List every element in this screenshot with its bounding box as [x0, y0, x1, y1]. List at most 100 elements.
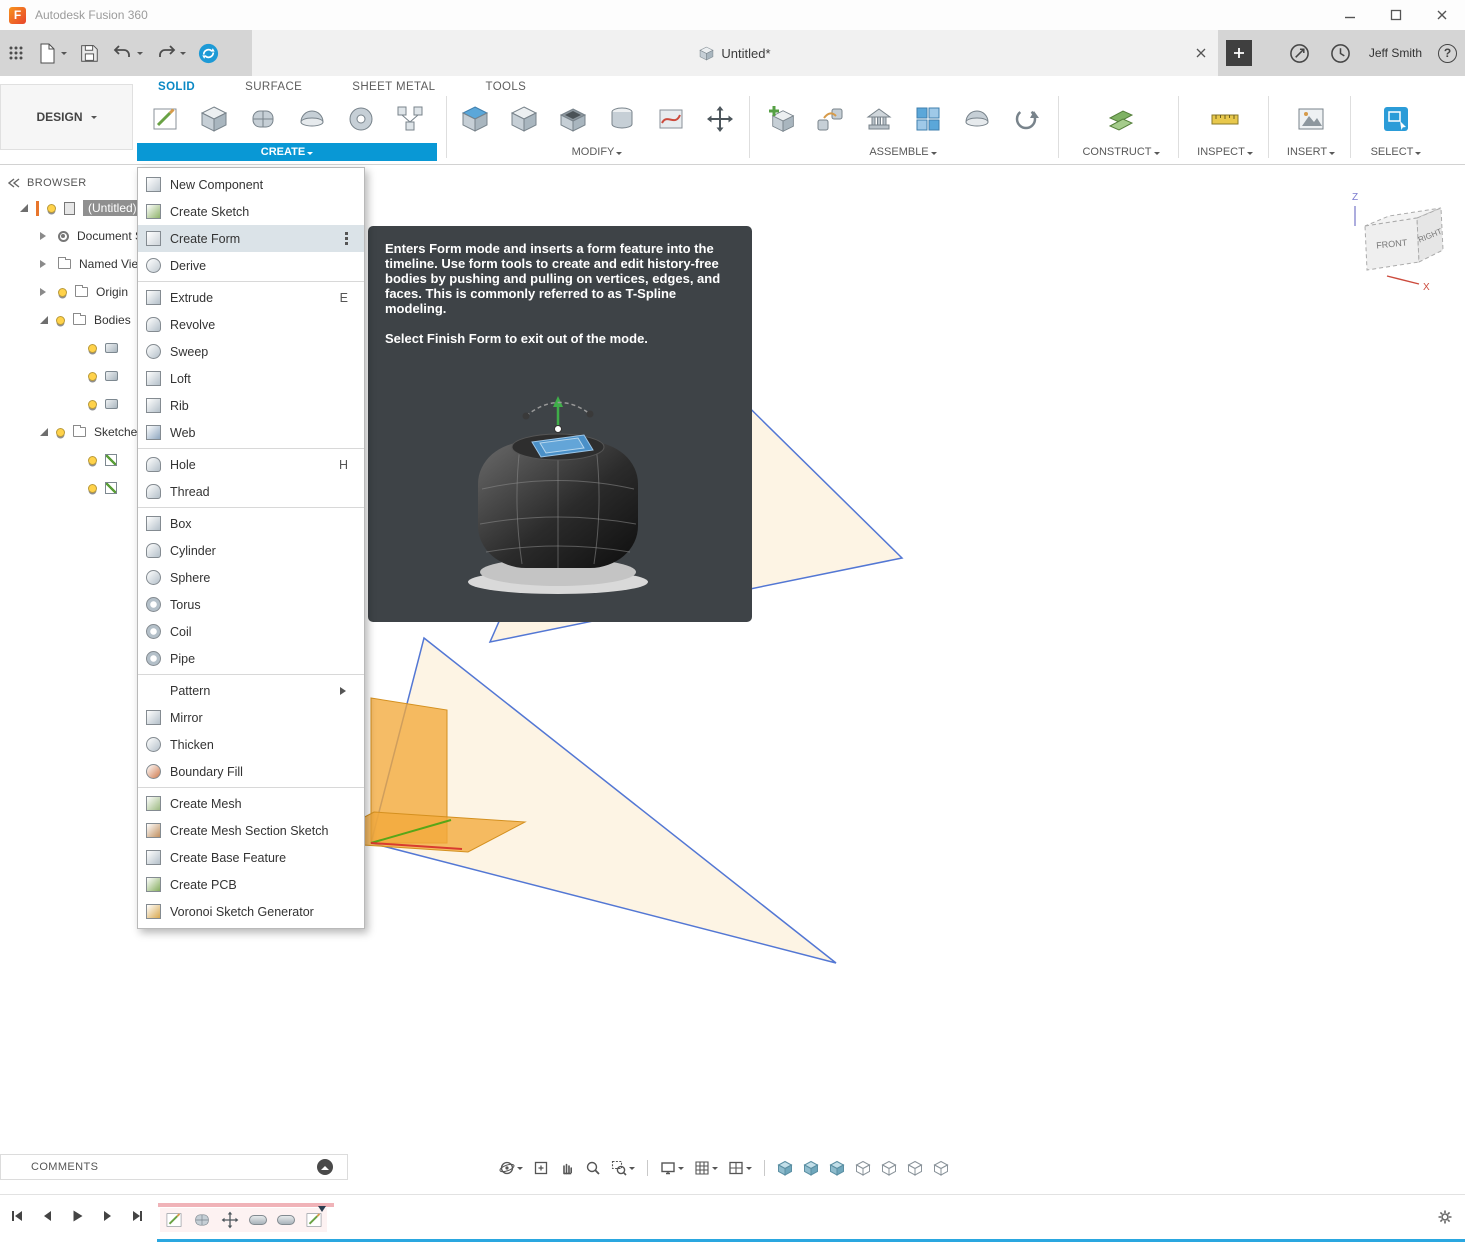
visibility-bulb-icon[interactable] [56, 427, 65, 437]
menu-item-loft[interactable]: Loft [138, 365, 364, 392]
menu-item-torus[interactable]: Torus [138, 591, 364, 618]
help-button[interactable]: ? [1438, 43, 1457, 63]
pan-button[interactable] [557, 1157, 577, 1179]
menu-item-sweep[interactable]: Sweep [138, 338, 364, 365]
motion-study-button[interactable] [957, 99, 997, 139]
display-settings-button[interactable] [658, 1157, 686, 1179]
visibility-cube-4[interactable] [853, 1157, 873, 1179]
collapse-arrow-icon[interactable] [40, 428, 48, 436]
menu-item-create-form[interactable]: Create Form [138, 225, 364, 252]
inspect-group-label[interactable]: INSPECT [1181, 143, 1269, 161]
viewports-button[interactable] [726, 1157, 754, 1179]
as-built-joint-button[interactable] [908, 99, 948, 139]
insert-group-label[interactable]: INSERT [1271, 143, 1351, 161]
redo-button[interactable] [152, 37, 188, 69]
combine-button[interactable] [602, 99, 642, 139]
timeline-settings-button[interactable] [1435, 1207, 1455, 1227]
expand-arrow-icon[interactable] [40, 260, 50, 268]
timeline-feature-form[interactable] [191, 1210, 212, 1231]
more-options-icon[interactable] [345, 237, 348, 240]
menu-item-create-mesh[interactable]: Create Mesh [138, 790, 364, 817]
visibility-bulb-icon[interactable] [88, 371, 97, 381]
grid-settings-button[interactable] [692, 1157, 720, 1179]
timeline-track[interactable] [158, 1203, 334, 1233]
visibility-cube-2[interactable] [801, 1157, 821, 1179]
box-button[interactable] [194, 99, 234, 139]
insert-image-button[interactable] [1291, 99, 1331, 139]
menu-item-mirror[interactable]: Mirror [138, 704, 364, 731]
tab-tools[interactable]: TOOLS [467, 78, 544, 96]
assemble-group-label[interactable]: ASSEMBLE [755, 143, 1051, 161]
rigid-group-button[interactable] [859, 99, 899, 139]
timeline-feature-sketch[interactable] [163, 1210, 184, 1231]
visibility-bulb-icon[interactable] [88, 483, 97, 493]
visibility-cube-7[interactable] [931, 1157, 951, 1179]
replace-face-button[interactable] [651, 99, 691, 139]
menu-item-boundary-fill[interactable]: Boundary Fill [138, 758, 364, 785]
view-cube[interactable]: FRONT RIGHT Z X [1335, 178, 1455, 300]
visibility-bulb-icon[interactable] [56, 315, 65, 325]
tab-sheet-metal[interactable]: SHEET METAL [334, 78, 453, 96]
visibility-bulb-icon[interactable] [88, 455, 97, 465]
document-tab[interactable]: Untitled* [252, 30, 1218, 76]
menu-item-revolve[interactable]: Revolve [138, 311, 364, 338]
step-back-button[interactable] [36, 1205, 58, 1227]
expand-arrow-icon[interactable] [40, 288, 50, 296]
collapse-arrow-icon[interactable] [20, 204, 28, 212]
joint-button[interactable] [810, 99, 850, 139]
file-menu-button[interactable] [33, 37, 69, 69]
timeline-feature-body[interactable] [275, 1210, 296, 1231]
menu-item-create-sketch[interactable]: Create Sketch [138, 198, 364, 225]
visibility-cube-5[interactable] [879, 1157, 899, 1179]
app-grid-menu-button[interactable] [6, 37, 26, 69]
timeline-feature-sketch-current[interactable] [303, 1205, 326, 1231]
tab-surface[interactable]: SURFACE [227, 78, 320, 96]
menu-item-sphere[interactable]: Sphere [138, 564, 364, 591]
move-copy-button[interactable] [700, 99, 740, 139]
menu-item-hole[interactable]: Hole H [138, 451, 364, 478]
menu-item-derive[interactable]: Derive [138, 252, 364, 279]
timeline-feature-move[interactable] [219, 1210, 240, 1231]
new-tab-button[interactable] [1226, 40, 1252, 66]
close-button[interactable] [1419, 0, 1465, 30]
menu-item-thread[interactable]: Thread [138, 478, 364, 505]
enable-contact-button[interactable] [1006, 99, 1046, 139]
step-forward-button[interactable] [96, 1205, 118, 1227]
zoom-button[interactable] [583, 1157, 603, 1179]
job-status-button[interactable] [1328, 37, 1353, 69]
torus-button[interactable] [341, 99, 381, 139]
visibility-cube-3[interactable] [827, 1157, 847, 1179]
menu-item-box[interactable]: Box [138, 510, 364, 537]
menu-item-pattern[interactable]: Pattern [138, 677, 364, 704]
skip-to-end-button[interactable] [126, 1205, 148, 1227]
workspace-selector[interactable]: DESIGN [0, 84, 133, 150]
menu-item-cylinder[interactable]: Cylinder [138, 537, 364, 564]
menu-item-web[interactable]: Web [138, 419, 364, 446]
visibility-bulb-icon[interactable] [58, 287, 67, 297]
timeline-feature-body[interactable] [247, 1210, 268, 1231]
tab-solid[interactable]: SOLID [140, 78, 213, 96]
revolve-button[interactable] [292, 99, 332, 139]
collapse-panel-icon[interactable] [8, 178, 20, 188]
menu-item-rib[interactable]: Rib [138, 392, 364, 419]
skip-to-start-button[interactable] [6, 1205, 28, 1227]
zoom-window-button[interactable] [609, 1157, 637, 1179]
menu-item-thicken[interactable]: Thicken [138, 731, 364, 758]
menu-item-coil[interactable]: Coil [138, 618, 364, 645]
select-button[interactable] [1376, 99, 1416, 139]
menu-item-extrude[interactable]: Extrude E [138, 284, 364, 311]
press-pull-button[interactable] [455, 99, 495, 139]
visibility-bulb-icon[interactable] [88, 343, 97, 353]
new-component-button[interactable] [761, 99, 801, 139]
menu-item-create-mesh-section-sketch[interactable]: Create Mesh Section Sketch [138, 817, 364, 844]
user-name[interactable]: Jeff Smith [1369, 46, 1422, 60]
construct-plane-button[interactable] [1101, 99, 1141, 139]
fit-button[interactable] [531, 1157, 551, 1179]
shell-button[interactable] [553, 99, 593, 139]
expand-arrow-icon[interactable] [40, 232, 50, 240]
orbit-button[interactable] [497, 1157, 525, 1179]
menu-item-pipe[interactable]: Pipe [138, 645, 364, 672]
menu-item-voronoi-sketch-generator[interactable]: Voronoi Sketch Generator [138, 898, 364, 925]
visibility-bulb-icon[interactable] [88, 399, 97, 409]
undo-button[interactable] [109, 37, 145, 69]
